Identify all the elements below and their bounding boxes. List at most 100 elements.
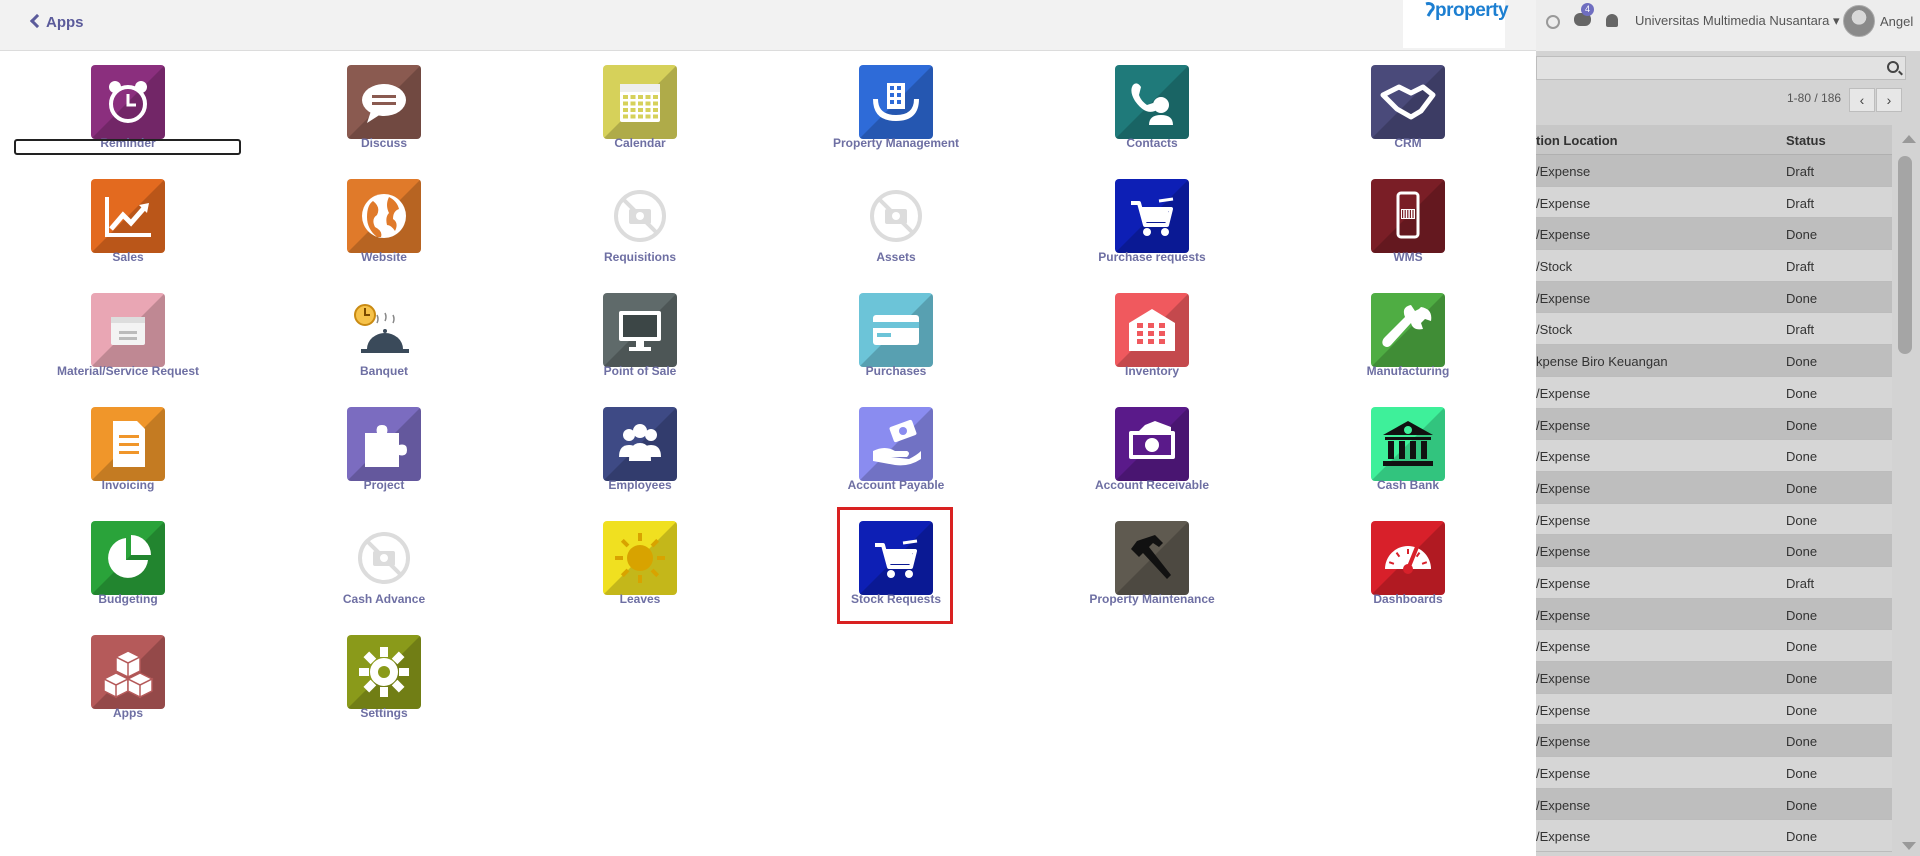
- scrollbar[interactable]: [1894, 125, 1920, 856]
- search-input[interactable]: [1536, 56, 1906, 80]
- pager-value[interactable]: 1-80 / 186: [1787, 91, 1841, 105]
- app-crm[interactable]: CRM: [1288, 51, 1528, 161]
- table-row[interactable]: kpense Biro Keuangan Done: [1536, 345, 1892, 377]
- app-label: Banquet: [360, 364, 408, 378]
- app-property-management[interactable]: Property Management: [776, 51, 1016, 161]
- location-cell: /Expense: [1536, 227, 1591, 243]
- table-row[interactable]: /Expense Done: [1536, 598, 1892, 631]
- app-invoicing[interactable]: Invoicing: [8, 393, 248, 503]
- status-cell: Done: [1786, 227, 1818, 243]
- app-label: Sales: [112, 250, 144, 264]
- status-cell: Done: [1786, 734, 1818, 750]
- location-cell: /Expense: [1536, 480, 1591, 496]
- app-leaves[interactable]: Leaves: [520, 507, 760, 617]
- credit-card-icon: [859, 293, 933, 367]
- table-row[interactable]: /Expense Done: [1536, 725, 1892, 758]
- app-cash-advance[interactable]: Cash Advance: [264, 507, 504, 617]
- column-status-header[interactable]: Status: [1786, 133, 1826, 148]
- app-cash-bank[interactable]: Cash Bank: [1288, 393, 1528, 503]
- app-label: WMS: [1393, 250, 1423, 264]
- app-purchase-requests[interactable]: Purchase requests: [1032, 165, 1272, 275]
- location-cell: /Expense: [1536, 766, 1591, 782]
- warehouse-icon: [1115, 293, 1189, 367]
- app-drawer-header: Apps property: [0, 0, 1536, 51]
- status-cell: Done: [1786, 512, 1818, 528]
- app-employees[interactable]: Employees: [520, 393, 760, 503]
- app-purchases[interactable]: Purchases: [776, 279, 1016, 389]
- app-label: Invoicing: [101, 478, 155, 492]
- app-label: Project: [363, 478, 405, 492]
- app-account-payable[interactable]: Account Payable: [776, 393, 1016, 503]
- alarm-clock-icon: [91, 65, 165, 139]
- table-row[interactable]: /Expense Done: [1536, 693, 1892, 726]
- table-row[interactable]: /Expense Draft: [1536, 155, 1892, 187]
- table-row[interactable]: /Expense Done: [1536, 440, 1892, 472]
- status-cell: Done: [1786, 544, 1818, 560]
- avatar[interactable]: [1843, 5, 1875, 37]
- apps-back-link[interactable]: Apps: [29, 13, 84, 31]
- table-row[interactable]: /Expense Done: [1536, 535, 1892, 567]
- scrollbar-thumb[interactable]: [1898, 156, 1912, 354]
- app-manufacturing[interactable]: Manufacturing: [1288, 279, 1528, 389]
- app-label: Account Payable: [847, 478, 945, 492]
- table-row[interactable]: /Expense Done: [1536, 820, 1892, 853]
- app-settings[interactable]: Settings: [264, 621, 504, 731]
- sun-icon: [603, 521, 677, 595]
- gear-icon: [347, 635, 421, 709]
- app-wms[interactable]: WMS: [1288, 165, 1528, 275]
- table-row[interactable]: /Expense Done: [1536, 218, 1892, 251]
- pager-previous-button[interactable]: ‹: [1849, 88, 1875, 112]
- clock-icon[interactable]: [1546, 15, 1560, 29]
- gauge-icon: [1371, 521, 1445, 595]
- app-banquet[interactable]: Banquet: [264, 279, 504, 389]
- app-discuss[interactable]: Discuss: [264, 51, 504, 161]
- table-row[interactable]: /Expense Draft: [1536, 566, 1892, 599]
- mobile-barcode-icon: [1371, 179, 1445, 253]
- company-switcher[interactable]: Universitas Multimedia Nusantara ▾: [1635, 13, 1840, 29]
- app-website[interactable]: Website: [264, 165, 504, 275]
- bell-icon[interactable]: [1606, 14, 1618, 27]
- app-calendar[interactable]: Calendar: [520, 51, 760, 161]
- table-row[interactable]: /Expense Done: [1536, 376, 1892, 409]
- app-requisitions[interactable]: Requisitions: [520, 165, 760, 275]
- app-sales[interactable]: Sales: [8, 165, 248, 275]
- trend-chart-icon: [91, 179, 165, 253]
- table-row[interactable]: /Expense Draft: [1536, 186, 1892, 219]
- table-row[interactable]: /Expense Done: [1536, 281, 1892, 314]
- table-row[interactable]: /Stock Draft: [1536, 250, 1892, 282]
- scroll-up-arrow-icon[interactable]: [1902, 135, 1916, 143]
- status-cell: Done: [1786, 449, 1818, 465]
- status-cell: Draft: [1786, 259, 1815, 275]
- app-inventory[interactable]: Inventory: [1032, 279, 1272, 389]
- apps-back-label: Apps: [46, 14, 84, 31]
- people-icon: [603, 407, 677, 481]
- app-dashboards[interactable]: Dashboards: [1288, 507, 1528, 617]
- status-cell: Done: [1786, 829, 1818, 845]
- table-row[interactable]: /Expense Done: [1536, 471, 1892, 504]
- app-drawer: Apps property Reminder Discuss Calendar Pro…: [0, 0, 1536, 856]
- table-row[interactable]: /Expense Done: [1536, 408, 1892, 441]
- app-assets[interactable]: Assets: [776, 165, 1016, 275]
- app-contacts[interactable]: Contacts: [1032, 51, 1272, 161]
- app-material-service-request[interactable]: Material/Service Request: [8, 279, 248, 389]
- user-name[interactable]: Angel: [1880, 14, 1913, 29]
- scroll-down-arrow-icon[interactable]: [1902, 842, 1916, 850]
- table-row[interactable]: /Expense Done: [1536, 503, 1892, 536]
- table-row[interactable]: /Stock Draft: [1536, 313, 1892, 346]
- column-location-header[interactable]: tion Location: [1536, 133, 1618, 148]
- table-row[interactable]: /Expense Done: [1536, 788, 1892, 821]
- table-row[interactable]: /Expense Done: [1536, 630, 1892, 662]
- search-icon[interactable]: [1887, 61, 1899, 73]
- card-icon: [91, 293, 165, 367]
- app-account-receivable[interactable]: Account Receivable: [1032, 393, 1272, 503]
- table-row[interactable]: /Expense Done: [1536, 662, 1892, 694]
- location-cell: /Expense: [1536, 164, 1591, 179]
- app-apps[interactable]: Apps: [8, 621, 248, 731]
- pager-next-button[interactable]: ›: [1876, 88, 1902, 112]
- app-point-of-sale[interactable]: Point of Sale: [520, 279, 760, 389]
- app-project[interactable]: Project: [264, 393, 504, 503]
- app-property-maintenance[interactable]: Property Maintenance: [1032, 507, 1272, 617]
- table-row[interactable]: /Expense Done: [1536, 757, 1892, 789]
- app-budgeting[interactable]: Budgeting: [8, 507, 248, 617]
- app-label: Budgeting: [98, 592, 158, 606]
